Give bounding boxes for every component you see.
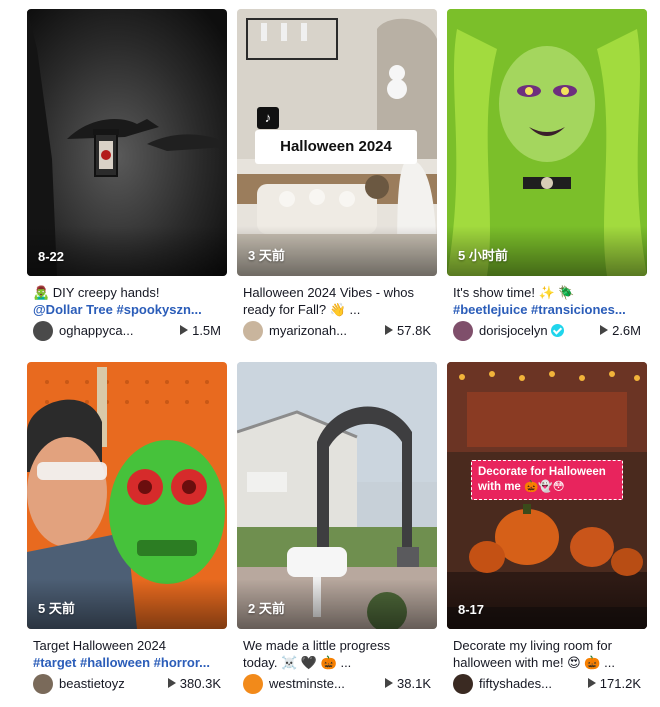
view-count: 171.2K	[587, 676, 641, 692]
view-count: 38.1K	[385, 676, 431, 692]
view-count: 1.5M	[180, 323, 221, 339]
verified-badge-icon	[550, 324, 564, 337]
video-caption[interactable]: Decorate my living room for halloween wi…	[453, 637, 643, 671]
avatar[interactable]	[33, 674, 53, 694]
view-count: 380.3K	[167, 676, 221, 692]
video-thumbnail[interactable]: 8-22	[27, 9, 227, 276]
username[interactable]: fiftyshades...	[479, 676, 575, 692]
username[interactable]: westminste...	[269, 676, 365, 692]
views-value: 57.8K	[397, 323, 431, 338]
video-thumbnail[interactable]: 5 天前	[27, 362, 227, 629]
video-overlay-text: Decorate for Halloween with me 🎃👻😳	[471, 460, 623, 500]
avatar[interactable]	[453, 674, 473, 694]
video-caption[interactable]: We made a little progress today. ☠️ 🖤 🎃 …	[243, 637, 433, 671]
post-date: 8-17	[458, 602, 485, 617]
username[interactable]: beastietoyz	[59, 676, 155, 692]
username[interactable]: oghappyca...	[59, 323, 155, 339]
caption-hashtags[interactable]: #beetlejuice #transiciones...	[453, 301, 643, 318]
video-meta: westminste... 38.1K	[243, 674, 431, 694]
video-thumbnail[interactable]: 5 小时前	[447, 9, 647, 276]
post-date: 2 天前	[248, 601, 285, 616]
views-value: 38.1K	[397, 676, 431, 691]
video-caption[interactable]: It's show time! ✨ 🪲 #beetlejuice #transi…	[453, 284, 643, 318]
video-meta: oghappyca... 1.5M	[33, 321, 221, 341]
caption-text: Target Halloween 2024	[33, 638, 166, 653]
post-date: 3 天前	[248, 248, 285, 263]
video-thumbnail[interactable]: Decorate for Halloween with me 🎃👻😳 8-17	[447, 362, 647, 629]
username[interactable]: dorisjocelyn	[479, 323, 575, 339]
caption-text: Decorate my living room for	[453, 638, 612, 653]
views-value: 1.5M	[192, 323, 221, 338]
caption-text: halloween with me! 😍 🎃 ...	[453, 655, 615, 670]
username-text: dorisjocelyn	[479, 323, 548, 338]
tiktok-logo-icon: ♪	[257, 107, 279, 129]
caption-hashtags[interactable]: #target #halloween #horror...	[33, 654, 223, 671]
caption-text: 🧟‍♂️ DIY creepy hands!	[33, 285, 160, 300]
caption-text: Halloween 2024 Vibes - whos	[243, 285, 415, 300]
video-caption[interactable]: Target Halloween 2024 #target #halloween…	[33, 637, 223, 671]
views-value: 171.2K	[599, 676, 641, 691]
play-icon	[587, 678, 596, 688]
avatar[interactable]	[243, 674, 263, 694]
video-meta: dorisjocelyn 2.6M	[453, 321, 641, 341]
view-count: 2.6M	[600, 323, 641, 339]
caption-text: We made a little progress	[243, 638, 391, 653]
video-overlay-text: Halloween 2024	[255, 130, 417, 164]
view-count: 57.8K	[385, 323, 431, 339]
video-thumbnail[interactable]: 2 天前	[237, 362, 437, 629]
play-icon	[167, 678, 176, 688]
avatar[interactable]	[453, 321, 473, 341]
video-caption[interactable]: 🧟‍♂️ DIY creepy hands! @Dollar Tree #spo…	[33, 284, 223, 318]
caption-text: ready for Fall? 👋 ...	[243, 302, 361, 317]
play-icon	[180, 325, 189, 335]
play-icon	[600, 325, 609, 335]
post-date: 8-22	[38, 249, 65, 264]
post-date: 5 天前	[38, 601, 75, 616]
avatar[interactable]	[243, 321, 263, 341]
video-meta: fiftyshades... 171.2K	[453, 674, 641, 694]
avatar[interactable]	[33, 321, 53, 341]
video-meta: beastietoyz 380.3K	[33, 674, 221, 694]
play-icon	[385, 325, 394, 335]
username[interactable]: myarizonah...	[269, 323, 365, 339]
video-meta: myarizonah... 57.8K	[243, 321, 431, 341]
post-date: 5 小时前	[458, 248, 508, 263]
views-value: 380.3K	[179, 676, 221, 691]
play-icon	[385, 678, 394, 688]
caption-hashtags[interactable]: @Dollar Tree #spookyszn...	[33, 301, 223, 318]
views-value: 2.6M	[612, 323, 641, 338]
caption-text: today. ☠️ 🖤 🎃 ...	[243, 655, 352, 670]
video-caption[interactable]: Halloween 2024 Vibes - whos ready for Fa…	[243, 284, 433, 318]
caption-text: It's show time! ✨ 🪲	[453, 285, 575, 300]
video-grid: 8-22 🧟‍♂️ DIY creepy hands! @Dollar Tree…	[27, 9, 647, 699]
video-thumbnail[interactable]: ♪ Halloween 2024 3 天前	[237, 9, 437, 276]
